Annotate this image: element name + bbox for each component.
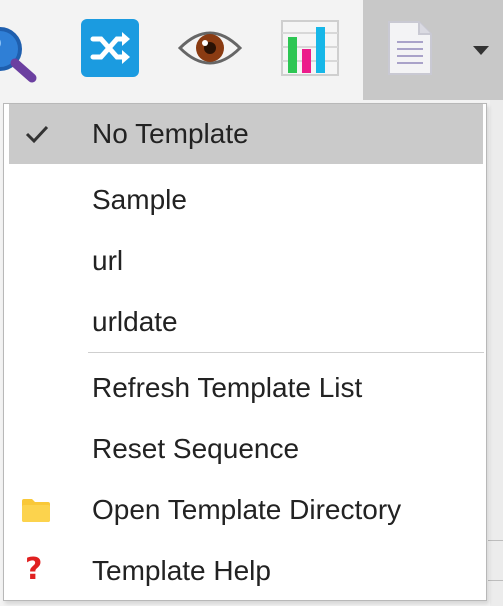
menu-separator bbox=[88, 352, 484, 353]
menu-item-url[interactable]: url bbox=[5, 231, 485, 291]
shuffle-icon bbox=[81, 18, 139, 82]
menu-item-open-template-directory[interactable]: Open Template Directory bbox=[5, 480, 485, 540]
menu-item-label: Open Template Directory bbox=[92, 494, 402, 525]
chart-button[interactable] bbox=[270, 0, 350, 100]
document-icon bbox=[387, 20, 433, 81]
menu-item-label: Reset Sequence bbox=[92, 433, 300, 464]
menu-item-reset-sequence[interactable]: Reset Sequence bbox=[5, 419, 485, 479]
background-divider bbox=[488, 580, 503, 581]
preview-button[interactable] bbox=[170, 0, 250, 100]
question-icon: ? bbox=[25, 552, 43, 587]
menu-item-urldate[interactable]: urldate bbox=[5, 292, 485, 352]
shuffle-button[interactable] bbox=[70, 0, 150, 100]
chart-icon bbox=[280, 19, 340, 82]
template-menu: No Template Sample url urldate Refresh T… bbox=[3, 103, 487, 601]
menu-item-label: No Template bbox=[92, 118, 249, 149]
eye-icon bbox=[177, 24, 243, 77]
menu-item-label: Template Help bbox=[92, 555, 271, 586]
background-divider bbox=[488, 540, 503, 541]
background-strip bbox=[490, 100, 503, 606]
menu-item-label: urldate bbox=[92, 306, 178, 337]
menu-item-label: Sample bbox=[92, 184, 187, 215]
template-button[interactable] bbox=[363, 0, 456, 100]
checkmark-icon bbox=[25, 124, 49, 149]
toolbar bbox=[0, 0, 503, 100]
menu-item-template-help[interactable]: ? Template Help bbox=[5, 541, 485, 601]
search-button[interactable] bbox=[0, 0, 50, 100]
menu-item-no-template[interactable]: No Template bbox=[9, 104, 483, 164]
menu-item-label: Refresh Template List bbox=[92, 372, 363, 403]
menu-item-refresh-template-list[interactable]: Refresh Template List bbox=[5, 358, 485, 418]
dropdown-arrow-shape bbox=[473, 46, 489, 55]
folder-icon bbox=[21, 497, 51, 528]
menu-item-label: url bbox=[92, 245, 124, 276]
search-icon bbox=[0, 25, 40, 90]
menu-item-sample[interactable]: Sample bbox=[5, 170, 485, 230]
